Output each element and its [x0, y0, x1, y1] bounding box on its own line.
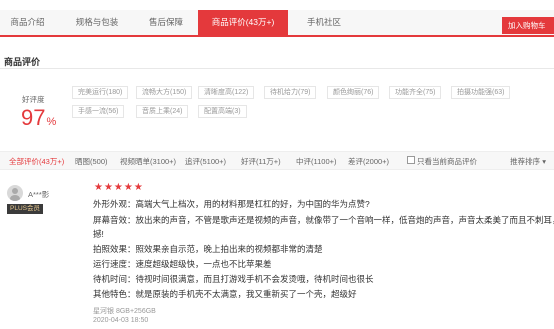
tab-phone-community[interactable]: 手机社区 — [296, 10, 352, 35]
product-variant: 星河银 8GB+256GB — [93, 308, 156, 315]
review-line: 拍照效果：照效果亲自示范，晚上拍出来的视频都非常的清楚 — [93, 244, 323, 254]
user-avatar — [7, 185, 23, 201]
tab-specs-packaging[interactable]: 规格与包装 — [62, 10, 132, 35]
review-tag[interactable]: 待机给力(79) — [264, 86, 317, 99]
review-tag[interactable]: 流畅大方(150) — [136, 86, 193, 99]
filter-positive[interactable]: 好评(11万+) — [241, 156, 281, 167]
filter-video[interactable]: 视频晒单(3100+) — [120, 156, 176, 167]
good-rate-number: 97 — [21, 105, 46, 130]
filter-negative[interactable]: 差评(2000+) — [348, 156, 389, 167]
review-tag[interactable]: 配置高端(3) — [198, 105, 247, 118]
good-rate-unit: % — [46, 116, 57, 128]
review-tag[interactable]: 手感一流(56) — [72, 105, 125, 118]
current-product-checkbox[interactable] — [407, 156, 415, 164]
filter-photos[interactable]: 晒图(500) — [75, 156, 108, 167]
filter-current-product-label: 只看当前商品评价 — [417, 157, 477, 166]
review-tag[interactable]: 功能齐全(75) — [389, 86, 442, 99]
filter-followup[interactable]: 追评(5100+) — [185, 156, 226, 167]
review-tag[interactable]: 完美运行(180) — [72, 86, 129, 99]
review-line: 屏幕音效：放出来的声音，不管是歌声还是视频的声音，就像带了一个音响一样，低音炮的… — [93, 215, 554, 225]
rating-stars: ★★★★★ — [94, 182, 144, 193]
tab-product-reviews[interactable]: 商品评价(43万+) — [198, 10, 288, 35]
review-filter-bar: 全部评价(43万+) 晒图(500) 视频晒单(3100+) 追评(5100+)… — [0, 151, 554, 170]
review-line: 运行速度：速度超级超级快，一点也不比苹果差 — [93, 259, 272, 269]
review-tag[interactable]: 清晰度高(122) — [198, 86, 255, 99]
filter-all[interactable]: 全部评价(43万+) — [9, 156, 64, 167]
review-date: 2020-04-03 18:50 — [93, 317, 149, 324]
sort-dropdown[interactable]: 推荐排序 ▾ — [510, 156, 546, 167]
review-tag[interactable]: 颜色绚丽(76) — [327, 86, 380, 99]
good-rate-label: 好评度 — [22, 95, 45, 104]
review-line: 待机时间：待视时间很满意，而且打游戏手机不会发烫哦，待机时间也很长 — [93, 274, 374, 284]
plus-member-badge: PLUS会员 — [7, 204, 43, 214]
product-tab-bar: 商品介绍 规格与包装 售后保障 商品评价(43万+) 手机社区 — [0, 10, 554, 37]
filter-neutral[interactable]: 中评(1100+) — [296, 156, 337, 167]
tab-product-intro[interactable]: 商品介绍 — [0, 10, 55, 35]
review-tag[interactable]: 拍摄功能强(63) — [451, 86, 511, 99]
review-tag[interactable]: 音质上乘(24) — [136, 105, 189, 118]
review-line: 撼! — [93, 229, 104, 239]
section-title: 商品评价 — [4, 57, 41, 67]
tab-after-sales[interactable]: 售后保障 — [137, 10, 195, 35]
divider — [0, 68, 554, 69]
username: A***影 — [28, 190, 50, 199]
review-line: 其他特色：就是原装的手机壳不太满意，我又重新买了一个壳，超级好 — [93, 289, 357, 299]
review-line: 外形外观：高端大气上档次，用的材料那是杠杠的好，为中国的华为点赞? — [93, 199, 370, 209]
good-rate-value: 97% — [21, 106, 56, 134]
add-to-cart-button[interactable]: 加入购物车 — [502, 17, 554, 34]
